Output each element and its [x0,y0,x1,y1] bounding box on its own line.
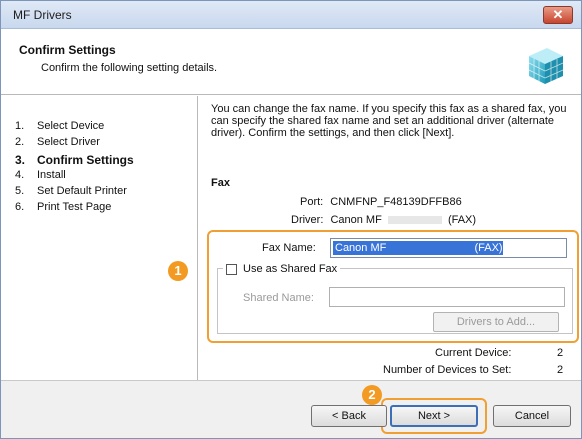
page-title: Confirm Settings [19,43,116,57]
fax-section-heading: Fax [211,177,230,189]
back-button[interactable]: < Back [311,405,387,427]
driver-value: Canon MF [330,214,382,226]
driver-value-suffix: (FAX) [447,214,477,226]
cancel-button[interactable]: Cancel [493,405,571,427]
port-row: Port: CNMFNP_F48139DFFB86 [300,196,462,208]
steps-panel: 1. Select Device 2. Select Driver 3. Confir… [1,96,198,380]
fax-name-input[interactable]: Canon MF (FAX) [330,238,567,258]
fax-name-selection: Canon MF (FAX) [333,241,503,255]
instructions-text: You can change the fax name. If you spec… [211,103,567,139]
callout-badge-2: 2 [362,385,382,405]
current-device-label: Current Device: [435,347,512,359]
shared-name-label: Shared Name: [243,292,314,304]
driver-row: Driver: Canon MF (FAX) [291,214,476,226]
close-button[interactable]: ✕ [543,6,573,24]
devices-to-set-row: Number of Devices to Set: [383,364,511,376]
step-item: 4. Install [15,168,66,181]
title-bar: MF Drivers ✕ [1,1,581,29]
shared-fax-checkbox-row[interactable]: Use as Shared Fax [223,263,341,275]
step-item: 2. Select Driver [15,136,100,149]
driver-label: Driver: [291,214,324,226]
step-item: 1. Select Device [15,120,105,132]
settings-content: You can change the fax name. If you spec… [207,96,579,380]
wizard-footer: 2 < Back Next > Cancel [1,380,581,438]
devices-to-set-label: Number of Devices to Set: [383,364,512,376]
window-title: MF Drivers [13,8,72,22]
mf-drivers-dialog: MF Drivers ✕ Confirm Settings Confirm th… [0,0,582,439]
drivers-to-add-button[interactable]: Drivers to Add... [433,312,559,332]
devices-to-set-value: 2 [557,364,564,376]
redacted-model [387,216,442,225]
port-label: Port: [300,196,324,208]
current-device-row: Current Device: [435,347,511,359]
page-subtitle: Confirm the following setting details. [41,62,218,74]
close-icon: ✕ [552,7,564,22]
shared-fax-label: Use as Shared Fax [243,263,338,275]
shared-name-input[interactable] [329,287,565,307]
next-button[interactable]: Next > [390,405,478,427]
printer-driver-icon [528,48,564,84]
step-item-current: 3. Confirm Settings [15,152,134,167]
step-item: 5. Set Default Printer [15,185,127,198]
port-value: CNMFNP_F48139DFFB86 [330,196,462,208]
wizard-header: Confirm Settings Confirm the following s… [1,29,581,95]
wizard-body: 1. Select Device 2. Select Driver 3. Confir… [1,96,581,380]
fax-name-label: Fax Name: [262,242,316,254]
step-list: 1. Select Device 2. Select Driver 3. Confir… [15,120,134,218]
callout-badge-1: 1 [168,261,188,281]
shared-fax-checkbox[interactable] [226,263,237,275]
current-device-value: 2 [557,347,564,359]
step-item: 6. Print Test Page [15,201,112,214]
